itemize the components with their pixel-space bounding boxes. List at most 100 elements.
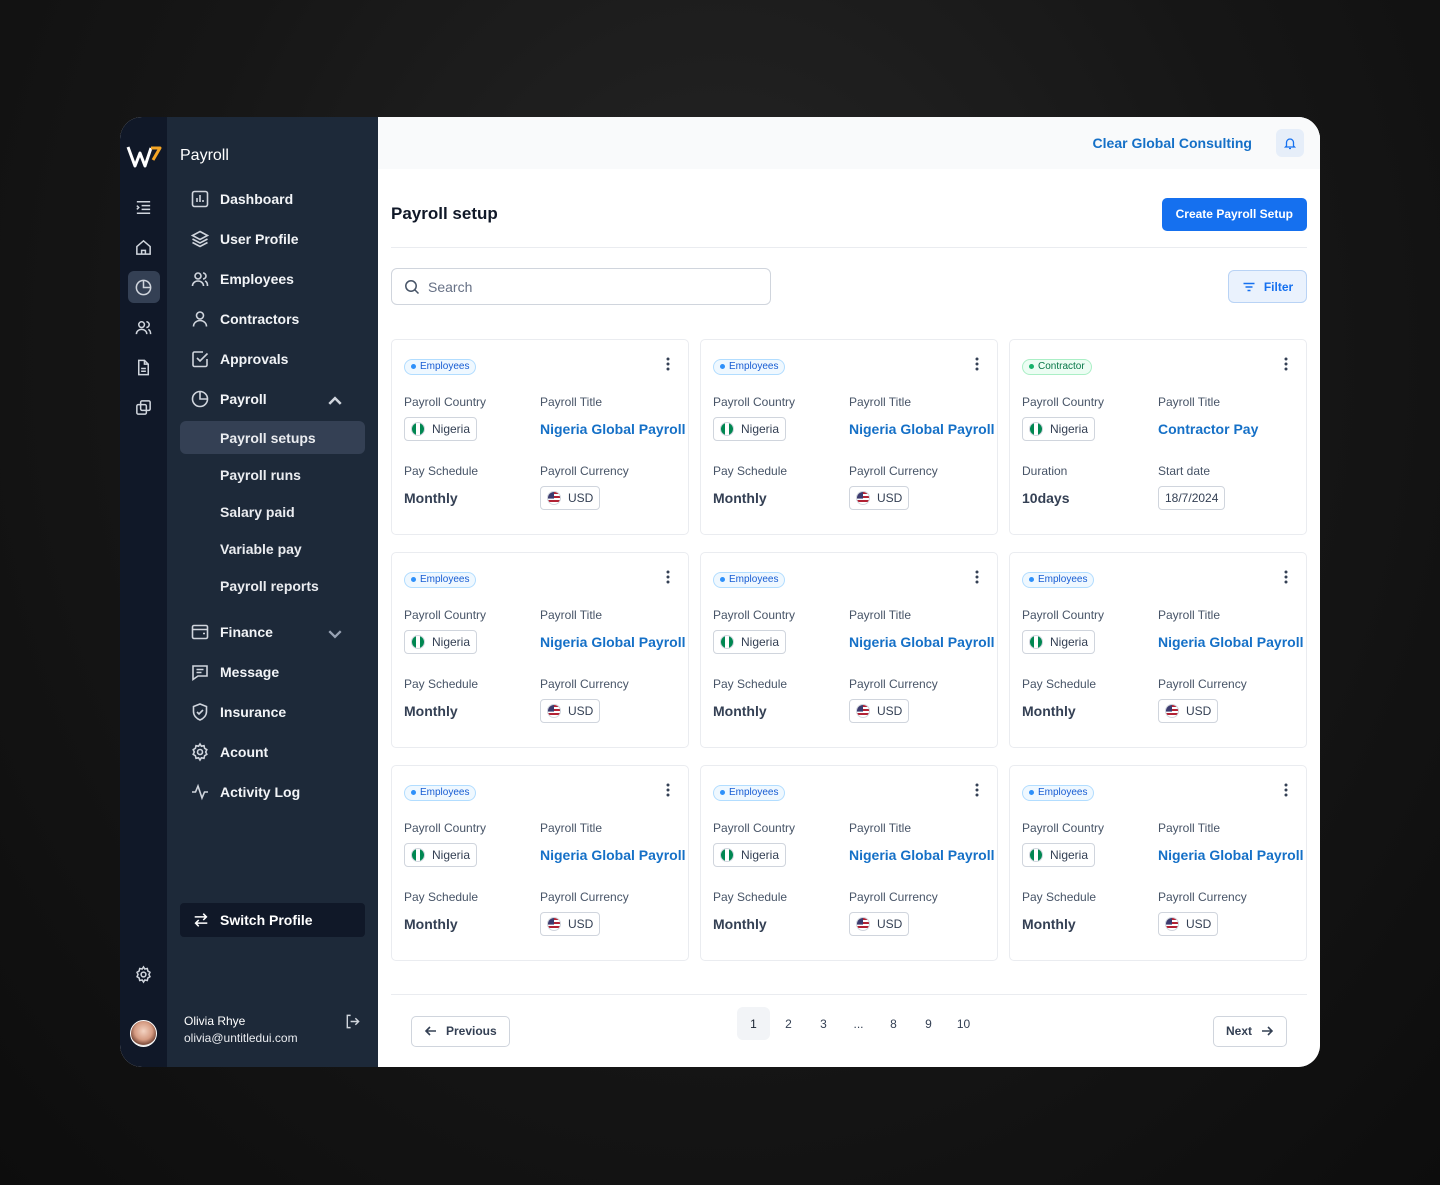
divider: [391, 247, 1307, 248]
payroll-title-link[interactable]: Nigeria Global Payroll: [849, 843, 995, 867]
status-badge: Employees: [404, 571, 477, 588]
field-label: Payroll Title: [1158, 607, 1221, 622]
brand-logo-icon[interactable]: [126, 143, 162, 171]
page-number[interactable]: 9: [912, 1007, 945, 1040]
previous-page-button[interactable]: Previous: [411, 1015, 510, 1047]
field-label: Payroll Currency: [849, 889, 938, 904]
page-ellipsis: ...: [853, 1016, 864, 1031]
more-vertical-icon[interactable]: [975, 783, 979, 797]
bell-icon[interactable]: [1276, 129, 1304, 157]
copy-icon[interactable]: [128, 391, 160, 423]
more-vertical-icon[interactable]: [975, 570, 979, 584]
payroll-title-link[interactable]: Nigeria Global Payroll: [540, 630, 686, 654]
field-label: Payroll Title: [849, 820, 912, 835]
payroll-setup-card[interactable]: Employees Payroll Country Nigeria Payroll T…: [700, 339, 998, 535]
filter-button[interactable]: Filter: [1228, 270, 1307, 303]
more-vertical-icon[interactable]: [975, 357, 979, 371]
home-icon[interactable]: [128, 231, 160, 263]
sidebar-item-activity-log[interactable]: Activity Log: [180, 772, 365, 812]
sidebar-item-contractors[interactable]: Contractors: [180, 299, 365, 339]
payroll-setup-card[interactable]: Employees Payroll Country Nigeria Payroll T…: [700, 765, 998, 961]
sidebar-subitem-payroll-setups[interactable]: Payroll setups: [180, 421, 365, 454]
arrow-left-icon: [424, 1026, 436, 1036]
currency-chip: USD: [1158, 911, 1219, 936]
more-vertical-icon[interactable]: [666, 357, 670, 371]
payroll-title-link[interactable]: Nigeria Global Payroll: [849, 630, 995, 654]
payroll-title-link[interactable]: Nigeria Global Payroll: [1158, 843, 1304, 867]
page-number[interactable]: 8: [877, 1007, 910, 1040]
country-chip: Nigeria: [404, 416, 478, 441]
sidebar-item-insurance[interactable]: Insurance: [180, 692, 365, 732]
sidebar-item-approvals[interactable]: Approvals: [180, 339, 365, 379]
payroll-setup-card[interactable]: Employees Payroll Country Nigeria Payroll T…: [391, 552, 689, 748]
status-badge: Employees: [404, 358, 477, 375]
payroll-title-link[interactable]: Nigeria Global Payroll: [540, 417, 686, 441]
payroll-title-link[interactable]: Nigeria Global Payroll: [1158, 630, 1304, 654]
sidebar-subitem-payroll-reports[interactable]: Payroll reports: [180, 569, 365, 602]
more-vertical-icon[interactable]: [1284, 783, 1288, 797]
payroll-setup-card[interactable]: Employees Payroll Country Nigeria Payroll T…: [391, 765, 689, 961]
app-window: Payroll Dashboard User Profile Employees…: [120, 117, 1320, 1067]
users-icon[interactable]: [128, 311, 160, 343]
page-number[interactable]: 3: [807, 1007, 840, 1040]
country-value: Nigeria: [1050, 847, 1089, 862]
more-vertical-icon[interactable]: [666, 783, 670, 797]
payroll-title-link[interactable]: Nigeria Global Payroll: [540, 843, 686, 867]
sidebar-item-account[interactable]: Acount: [180, 732, 365, 772]
payroll-setup-card[interactable]: Contractor Payroll Country Nigeria Payroll …: [1009, 339, 1307, 535]
menu-icon[interactable]: [128, 191, 160, 223]
chevron-down-icon[interactable]: [325, 624, 345, 644]
payroll-setup-card[interactable]: Employees Payroll Country Nigeria Payroll T…: [1009, 765, 1307, 961]
arrow-right-icon: [1262, 1026, 1274, 1036]
page-number[interactable]: 1: [737, 1007, 770, 1040]
message-icon: [192, 665, 208, 682]
page-number[interactable]: 2: [772, 1007, 805, 1040]
organization-name[interactable]: Clear Global Consulting: [1093, 135, 1252, 151]
field-value: Monthly: [404, 489, 458, 506]
sidebar-item-dashboard[interactable]: Dashboard: [180, 179, 365, 219]
user-card: Olivia Rhye olivia@untitledui.com: [180, 1013, 365, 1047]
create-payroll-setup-button[interactable]: Create Payroll Setup: [1161, 197, 1307, 231]
field-value: Monthly: [713, 702, 767, 719]
icon-rail: [120, 117, 167, 1067]
nigeria-flag-icon: [720, 847, 734, 862]
payroll-setup-card[interactable]: Employees Payroll Country Nigeria Payroll T…: [700, 552, 998, 748]
more-vertical-icon[interactable]: [1284, 570, 1288, 584]
us-flag-icon: [547, 916, 561, 931]
switch-profile-button[interactable]: Switch Profile: [180, 903, 365, 937]
sidebar-item-payroll[interactable]: Payroll: [180, 379, 365, 419]
pie-chart-icon[interactable]: [127, 271, 160, 303]
payroll-title-link[interactable]: Nigeria Global Payroll: [849, 417, 995, 441]
badge-label: Employees: [420, 787, 470, 798]
sidebar-item-employees[interactable]: Employees: [180, 259, 365, 299]
field-label: Payroll Title: [849, 394, 912, 409]
file-icon[interactable]: [128, 351, 160, 383]
page-number[interactable]: 10: [947, 1007, 980, 1040]
payroll-setup-card[interactable]: Employees Payroll Country Nigeria Payroll T…: [1009, 552, 1307, 748]
field-label: Payroll Currency: [849, 676, 938, 691]
payroll-setup-card[interactable]: Employees Payroll Country Nigeria Payroll T…: [391, 339, 689, 535]
filter-label: Filter: [1263, 279, 1294, 294]
sidebar-subitem-variable-pay[interactable]: Variable pay: [180, 532, 365, 565]
avatar[interactable]: [130, 1020, 157, 1047]
field-label: Payroll Country: [713, 820, 796, 835]
badge-dot: [411, 790, 416, 795]
logout-icon[interactable]: [344, 1013, 361, 1030]
payroll-title-link[interactable]: Contractor Pay: [1158, 417, 1294, 441]
chevron-up-icon[interactable]: [325, 391, 345, 411]
settings-icon[interactable]: [128, 958, 160, 990]
sidebar-item-label: Activity Log: [220, 784, 301, 800]
sidebar-item-message[interactable]: Message: [180, 652, 365, 692]
search-input[interactable]: Search: [391, 268, 771, 305]
layers-icon: [190, 230, 210, 248]
sidebar-item-user-profile[interactable]: User Profile: [180, 219, 365, 259]
sidebar-item-finance[interactable]: Finance: [180, 612, 365, 652]
more-vertical-icon[interactable]: [1284, 357, 1288, 371]
sidebar-subitem-payroll-runs[interactable]: Payroll runs: [180, 458, 365, 491]
next-page-button[interactable]: Next: [1212, 1015, 1287, 1047]
sidebar-subitem-salary-paid[interactable]: Salary paid: [180, 495, 365, 528]
field-label: Pay Schedule: [713, 889, 788, 904]
more-vertical-icon[interactable]: [666, 570, 670, 584]
sidebar-item-label: User Profile: [220, 231, 299, 247]
field-label: Payroll Title: [849, 607, 912, 622]
